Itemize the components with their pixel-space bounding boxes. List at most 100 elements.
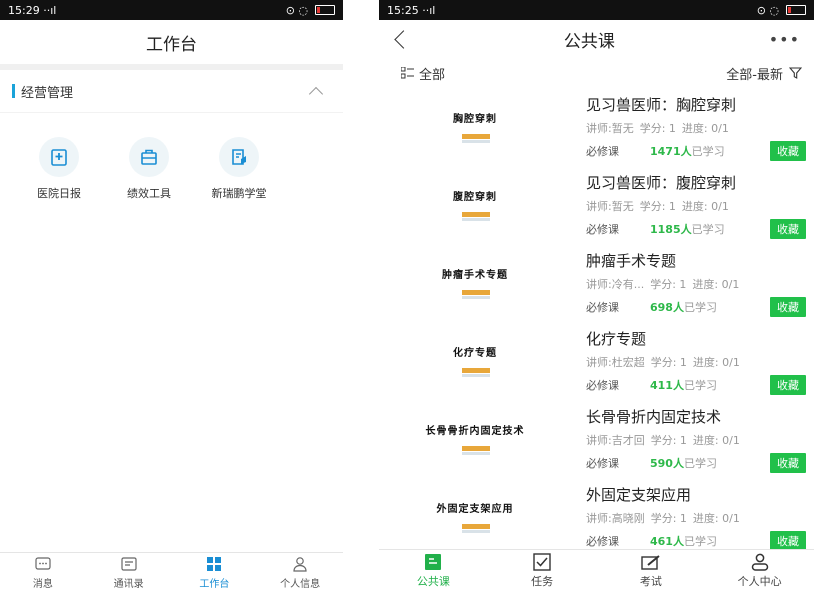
tab-label: 个人中心 xyxy=(737,575,782,588)
course-item[interactable]: 肿瘤手术专题 肿瘤手术专题 讲师:冷有... 学分: 1 进度: 0/1 必修课 6… xyxy=(379,244,814,322)
battery-icon xyxy=(786,5,806,15)
alarm-icon: ⊙ ◌ xyxy=(756,3,779,17)
sort-selector[interactable]: 全部-最新 xyxy=(726,64,802,83)
category-selector[interactable]: 全部 xyxy=(401,64,445,83)
workbench-screen: 15:29 ··ıl ⊙ ◌ 工作台 经营管理 医院日报 绩效工具 新瑞鹏学堂 … xyxy=(0,0,343,592)
tab-label: 任务 xyxy=(531,575,554,588)
public-course-icon xyxy=(425,554,442,570)
course-title: 见习兽医师：腹腔穿刺 xyxy=(586,174,737,192)
exam-icon xyxy=(641,555,660,570)
course-thumbnail: 长骨骨折内固定技术 xyxy=(399,408,551,470)
tab-personal-center[interactable]: 个人中心 xyxy=(705,550,814,592)
thumbnail-title: 化疗专题 xyxy=(453,348,497,359)
course-type: 必修课 xyxy=(586,145,619,158)
learner-count: 1185人 xyxy=(650,223,692,236)
course-thumbnail: 肿瘤手术专题 xyxy=(399,252,551,314)
course-type: 必修课 xyxy=(586,457,619,470)
progress: 进度: 0/1 xyxy=(692,278,740,291)
back-icon[interactable] xyxy=(394,29,413,49)
course-item[interactable]: 化疗专题 化疗专题 讲师:杜宏超 学分: 1 进度: 0/1 必修课 411人 已学… xyxy=(379,322,814,400)
lecturer: 讲师:吉才回 xyxy=(586,434,645,447)
page-title: 公共课 xyxy=(563,31,615,52)
filter-bar: 全部 全部-最新 xyxy=(379,58,814,88)
thumbnail-title: 胸腔穿刺 xyxy=(453,114,497,125)
course-title: 见习兽医师：胸腔穿刺 xyxy=(586,96,737,114)
favorite-button[interactable]: 收藏 xyxy=(770,219,806,239)
tab-personal-info[interactable]: 个人信息 xyxy=(257,553,343,592)
learned-label: 已学习 xyxy=(691,223,725,236)
public-course-screen: 15:25 ··ıl ⊙ ◌ 公共课 ••• 全部 全部-最新 胸腔穿刺 见习兽… xyxy=(379,0,814,592)
thumbnail-title: 长骨骨折内固定技术 xyxy=(425,426,525,437)
tab-contacts[interactable]: 通讯录 xyxy=(86,553,172,592)
learned-label: 已学习 xyxy=(683,457,717,470)
course-title: 肿瘤手术专题 xyxy=(586,252,677,270)
learned-label: 已学习 xyxy=(691,145,725,158)
hospital-report-icon xyxy=(51,149,67,166)
course-item[interactable]: 外固定支架应用 外固定支架应用 讲师:高晓刚 学分: 1 进度: 0/1 必修课 4… xyxy=(379,478,814,556)
tab-label: 考试 xyxy=(639,575,662,588)
school-icon xyxy=(232,149,246,165)
signal-icon: ··ıl xyxy=(43,3,57,17)
learner-count: 1471人 xyxy=(650,145,692,158)
tab-workbench[interactable]: 工作台 xyxy=(172,553,258,592)
course-meta: 讲师:杜宏超 学分: 1 进度: 0/1 xyxy=(586,354,806,370)
credit: 学分: 1 xyxy=(639,122,676,135)
progress: 进度: 0/1 xyxy=(692,512,740,525)
app-performance-tools[interactable]: 绩效工具 xyxy=(112,137,186,201)
category-label: 全部 xyxy=(419,67,446,83)
course-item[interactable]: 胸腔穿刺 见习兽医师：胸腔穿刺 讲师:暂无 学分: 1 进度: 0/1 必修课 14… xyxy=(379,88,814,166)
course-meta: 讲师:暂无 学分: 1 进度: 0/1 xyxy=(586,198,806,214)
tab-label: 公共课 xyxy=(416,575,450,588)
favorite-button[interactable]: 收藏 xyxy=(770,141,806,161)
brand-logo xyxy=(462,290,490,299)
progress: 进度: 0/1 xyxy=(681,122,729,135)
favorite-button[interactable]: 收藏 xyxy=(770,297,806,317)
bottom-tab-bar: 公共课 任务 考试 个人中心 xyxy=(379,549,814,592)
course-title: 外固定支架应用 xyxy=(586,486,692,504)
section-header[interactable]: 经营管理 xyxy=(0,70,343,113)
course-item[interactable]: 腹腔穿刺 见习兽医师：腹腔穿刺 讲师:暂无 学分: 1 进度: 0/1 必修课 11… xyxy=(379,166,814,244)
course-item[interactable]: 长骨骨折内固定技术 长骨骨折内固定技术 讲师:吉才回 学分: 1 进度: 0/1 必… xyxy=(379,400,814,478)
toolbox-icon xyxy=(141,149,157,165)
course-meta: 讲师:冷有... 学分: 1 进度: 0/1 xyxy=(586,276,806,292)
favorite-button[interactable]: 收藏 xyxy=(770,375,806,395)
tab-exam[interactable]: 考试 xyxy=(597,550,706,592)
course-type: 必修课 xyxy=(586,223,619,236)
tab-messages[interactable]: 消息 xyxy=(0,553,86,592)
app-hospital-report[interactable]: 医院日报 xyxy=(22,137,96,201)
app-grid: 医院日报 绩效工具 新瑞鹏学堂 xyxy=(0,113,343,201)
brand-logo xyxy=(462,212,490,221)
signal-icon: ··ıl xyxy=(422,3,436,17)
nav-bar: 公共课 ••• xyxy=(379,20,814,58)
chevron-up-icon[interactable] xyxy=(308,86,324,101)
favorite-button[interactable]: 收藏 xyxy=(770,531,806,551)
list-icon xyxy=(401,67,414,79)
tab-label: 消息 xyxy=(32,578,53,590)
learned-label: 已学习 xyxy=(683,535,717,548)
more-icon[interactable]: ••• xyxy=(769,30,800,49)
course-thumbnail: 化疗专题 xyxy=(399,330,551,392)
person-icon xyxy=(293,556,307,572)
course-meta: 讲师:暂无 学分: 1 进度: 0/1 xyxy=(586,120,806,136)
task-icon xyxy=(533,553,551,571)
page-title: 工作台 xyxy=(146,34,197,55)
course-title: 化疗专题 xyxy=(586,330,647,348)
app-label: 医院日报 xyxy=(37,187,81,200)
learner-count: 698人 xyxy=(650,301,684,314)
tab-task[interactable]: 任务 xyxy=(488,550,597,592)
course-list: 胸腔穿刺 见习兽医师：胸腔穿刺 讲师:暂无 学分: 1 进度: 0/1 必修课 14… xyxy=(379,88,814,556)
lecturer: 讲师:高晓刚 xyxy=(586,512,645,525)
status-time: 15:25 xyxy=(387,3,419,17)
course-thumbnail: 腹腔穿刺 xyxy=(399,174,551,236)
course-thumbnail: 胸腔穿刺 xyxy=(399,96,551,158)
filter-icon xyxy=(789,67,802,79)
tab-public-course[interactable]: 公共课 xyxy=(379,550,488,592)
brand-logo xyxy=(462,446,490,455)
learner-count: 590人 xyxy=(650,457,684,470)
favorite-button[interactable]: 收藏 xyxy=(770,453,806,473)
status-time: 15:29 xyxy=(8,3,40,17)
message-icon xyxy=(35,556,51,570)
app-school[interactable]: 新瑞鹏学堂 xyxy=(202,137,276,201)
course-type: 必修课 xyxy=(586,535,619,548)
sort-label: 全部-最新 xyxy=(726,67,783,83)
